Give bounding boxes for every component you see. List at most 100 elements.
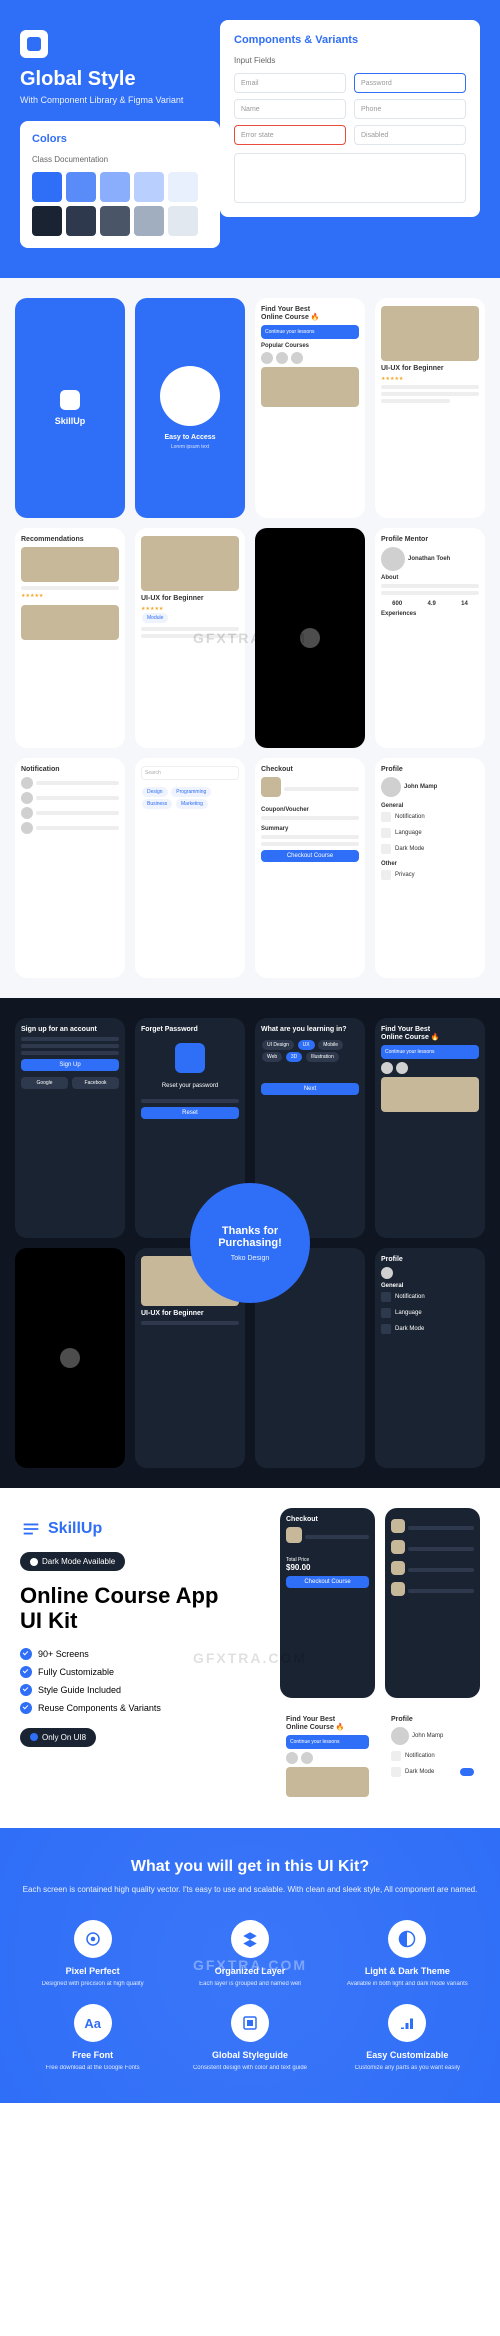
phone-home: Find Your BestOnline Course 🔥 Continue y… bbox=[255, 298, 365, 518]
phone-course-full: UI-UX for Beginner ★★★★★ Module bbox=[135, 528, 245, 748]
toggle-on[interactable] bbox=[460, 1768, 474, 1776]
tag-chip[interactable]: Mobile bbox=[318, 1040, 343, 1050]
google-button[interactable]: Google bbox=[21, 1077, 68, 1089]
check-icon bbox=[20, 1648, 32, 1660]
moon-icon bbox=[381, 844, 391, 854]
font-icon: Aa bbox=[74, 2004, 112, 2042]
benefit-desc: Free download at the Google Fonts bbox=[46, 2064, 140, 2072]
section-label: Popular Courses bbox=[261, 343, 359, 349]
profile-avatar bbox=[381, 777, 401, 797]
play-icon[interactable] bbox=[300, 628, 320, 648]
tag-chip-active[interactable]: 3D bbox=[286, 1052, 302, 1062]
menu-item[interactable]: Dark Mode bbox=[381, 1321, 479, 1337]
mentor-avatar bbox=[381, 547, 405, 571]
benefit-title: Organized Layer bbox=[215, 1966, 286, 1976]
signup-button[interactable]: Sign Up bbox=[21, 1059, 119, 1071]
phone-recommendations: Recommendations ★★★★★ bbox=[15, 528, 125, 748]
phone-video-dark bbox=[15, 1248, 125, 1468]
category-chip[interactable]: Programming bbox=[171, 787, 211, 797]
logo-icon bbox=[20, 30, 48, 58]
category-chip[interactable]: Marketing bbox=[176, 799, 208, 809]
phone-notification: Notification bbox=[15, 758, 125, 978]
course-title: UI-UX for Beginner bbox=[141, 595, 239, 602]
tag-chip[interactable]: Web bbox=[262, 1052, 282, 1062]
tag-chip-active[interactable]: UX bbox=[298, 1040, 315, 1050]
shield-icon bbox=[381, 870, 391, 880]
input-preview: Password bbox=[354, 73, 466, 93]
category-chip[interactable]: Design bbox=[142, 787, 168, 797]
checkout-button[interactable]: Checkout Course bbox=[261, 850, 359, 862]
benefit-item: Light & Dark Theme Available in both lig… bbox=[335, 1920, 480, 1988]
avatar bbox=[21, 807, 33, 819]
globe-icon bbox=[381, 828, 391, 838]
avatar bbox=[286, 1752, 298, 1764]
benefit-desc: Designed with precision at high quality bbox=[42, 1980, 144, 1988]
stat: 4.9 bbox=[427, 601, 435, 607]
benefit-desc: Available in both light and dark mode va… bbox=[347, 1980, 468, 1988]
coupon-label: Coupon/Voucher bbox=[261, 807, 359, 813]
mentor-heading: Profile Mentor bbox=[381, 536, 479, 543]
benefit-item: Aa Free Font Free download at the Google… bbox=[20, 2004, 165, 2072]
check-icon bbox=[20, 1666, 32, 1678]
tag-chip[interactable]: UI Design bbox=[262, 1040, 294, 1050]
menu-item[interactable]: Notification bbox=[391, 1748, 474, 1764]
color-swatches bbox=[32, 172, 208, 236]
benefit-desc: Customize any parts as you want easily bbox=[355, 2064, 460, 2072]
benefit-title: Easy Customizable bbox=[366, 2050, 448, 2060]
facebook-button[interactable]: Facebook bbox=[72, 1077, 119, 1089]
phone-signup: Sign up for an account Sign Up Google Fa… bbox=[15, 1018, 125, 1238]
profile-name: John Mamp bbox=[404, 784, 437, 790]
phone-search: Search Design Programming Business Marke… bbox=[135, 758, 245, 978]
figma-pill: Only On UI8 bbox=[20, 1728, 96, 1747]
menu-item[interactable]: Dark Mode bbox=[381, 841, 479, 857]
search-input[interactable]: Search bbox=[141, 766, 239, 780]
stat: 600 bbox=[392, 601, 402, 607]
play-icon[interactable] bbox=[60, 1348, 80, 1368]
lock-icon bbox=[175, 1043, 205, 1073]
checkout-button[interactable]: Checkout Course bbox=[286, 1576, 369, 1588]
category-chip[interactable]: Business bbox=[142, 799, 172, 809]
forgot-title: Forget Password bbox=[141, 1026, 239, 1033]
menu-item[interactable]: Language bbox=[381, 825, 479, 841]
customize-icon bbox=[388, 2004, 426, 2042]
app-name: SkillUp bbox=[55, 416, 86, 426]
bell-icon bbox=[381, 812, 391, 822]
thumb-icon bbox=[391, 1540, 405, 1554]
next-button[interactable]: Next bbox=[261, 1083, 359, 1095]
avatar bbox=[21, 822, 33, 834]
swatch bbox=[100, 206, 130, 236]
thumb-icon bbox=[286, 1527, 302, 1543]
phone-video-player bbox=[255, 528, 365, 748]
phone-onboarding: Easy to Access Lorem ipsum text bbox=[135, 298, 245, 518]
avatar bbox=[261, 352, 273, 364]
swatch bbox=[100, 172, 130, 202]
swatch bbox=[134, 206, 164, 236]
course-hero-image bbox=[141, 536, 239, 591]
avatar bbox=[291, 352, 303, 364]
check-icon bbox=[20, 1684, 32, 1696]
light-screens-section: SkillUp Easy to Access Lorem ipsum text … bbox=[0, 278, 500, 998]
menu-item[interactable]: Dark Mode bbox=[391, 1764, 474, 1780]
benefit-desc: Each layer is grouped and named well bbox=[199, 1980, 301, 1988]
menu-item[interactable]: Language bbox=[381, 1305, 479, 1321]
phone-profile-dark: Profile General Notification Language Da… bbox=[375, 1248, 485, 1468]
menu-item[interactable]: Notification bbox=[381, 809, 479, 825]
reset-button[interactable]: Reset bbox=[141, 1107, 239, 1119]
course-title: UI-UX for Beginner bbox=[381, 365, 479, 372]
menu-item[interactable]: Privacy bbox=[381, 867, 479, 883]
benefit-title: Global Styleguide bbox=[212, 2050, 288, 2060]
menu-item[interactable]: Notification bbox=[381, 1289, 479, 1305]
exp-label: Experiences bbox=[381, 611, 479, 617]
profile-title: Profile bbox=[381, 766, 479, 773]
reco-title: Recommendations bbox=[21, 536, 119, 543]
benefit-title: Light & Dark Theme bbox=[365, 1966, 450, 1976]
avatar bbox=[396, 1062, 408, 1074]
star-rating: ★★★★★ bbox=[21, 593, 119, 599]
avatar bbox=[381, 1062, 393, 1074]
tag-chip[interactable]: Illustration bbox=[306, 1052, 339, 1062]
benefits-title: What you will get in this UI Kit? bbox=[20, 1858, 480, 1876]
theme-icon bbox=[388, 1920, 426, 1958]
benefits-section: What you will get in this UI Kit? Each s… bbox=[0, 1828, 500, 2103]
input-preview: Email bbox=[234, 73, 346, 93]
benefit-desc: Consistent design with color and text gu… bbox=[193, 2064, 307, 2072]
